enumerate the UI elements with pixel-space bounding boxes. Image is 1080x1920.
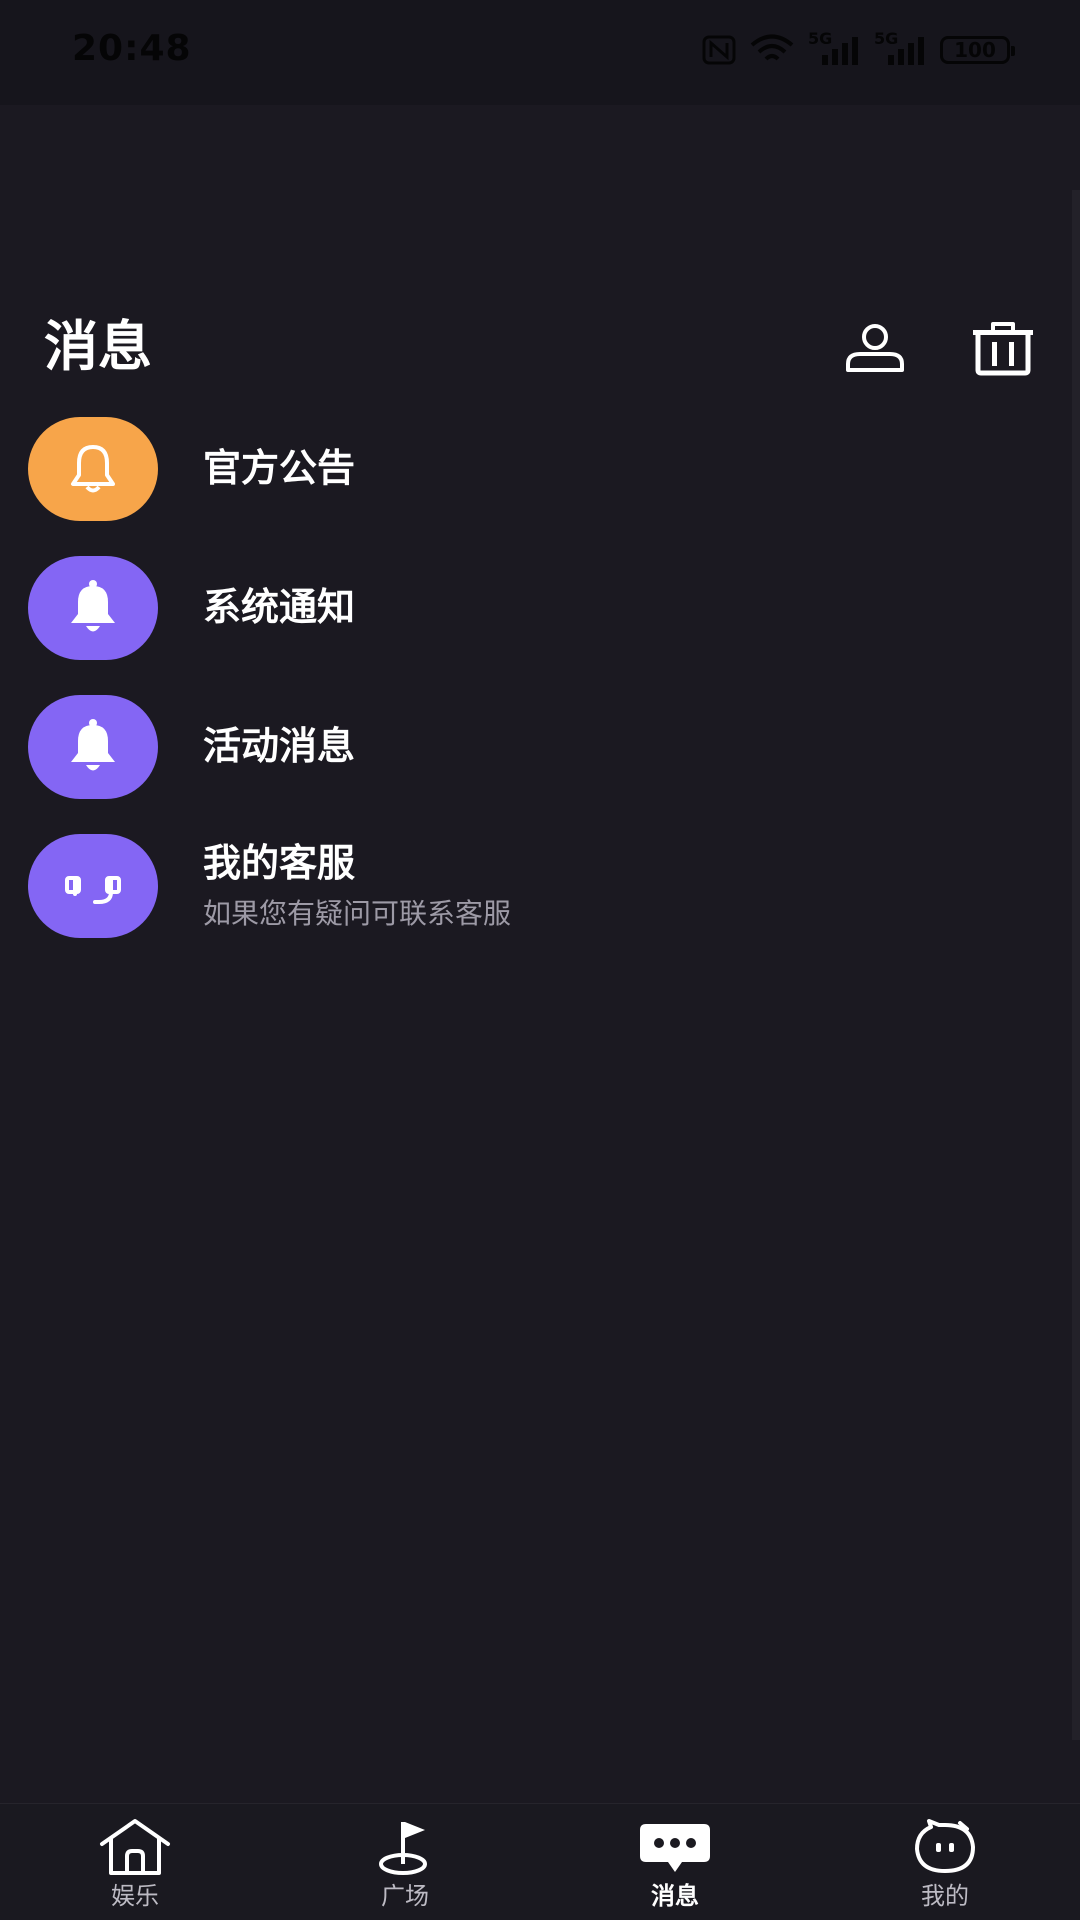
- message-item-subtitle: 如果您有疑问可联系客服: [203, 897, 512, 930]
- nav-label: 消息: [651, 1882, 699, 1910]
- cellular-signal-icon: 5G: [808, 29, 860, 65]
- wifi-icon: [750, 34, 794, 66]
- message-item-activity[interactable]: 活动消息: [0, 693, 1080, 832]
- message-item-customer-service[interactable]: 我的客服 如果您有疑问可联系客服: [0, 832, 1080, 971]
- status-time: 20:48: [72, 28, 192, 69]
- nav-label: 娱乐: [111, 1882, 159, 1910]
- nav-label: 广场: [381, 1882, 429, 1910]
- trash-icon: [973, 322, 1033, 376]
- announcement-avatar: [28, 417, 158, 521]
- nav-label: 我的: [921, 1882, 969, 1910]
- chat-bubble-icon: [638, 1816, 712, 1878]
- nav-item-profile[interactable]: 我的: [810, 1804, 1080, 1920]
- nav-item-plaza[interactable]: 广场: [270, 1804, 540, 1920]
- status-bar: 20:48 5G 5G 100: [0, 0, 1080, 105]
- customer-service-avatar: [28, 834, 158, 938]
- bottom-nav: 娱乐 广场 消息 我的: [0, 1803, 1080, 1920]
- system-notice-avatar: [28, 556, 158, 660]
- headset-icon: [65, 876, 121, 904]
- message-item-title: 我的客服: [203, 841, 356, 885]
- contacts-button[interactable]: [840, 318, 910, 378]
- bell-filled-icon: [71, 580, 115, 632]
- bell-filled-icon: [71, 719, 115, 771]
- message-item-title: 系统通知: [203, 585, 356, 629]
- bell-outline-icon: [71, 445, 115, 493]
- message-item-title: 官方公告: [203, 446, 356, 490]
- message-list: 官方公告 系统通知 活动消息 我的客服 如果您有疑问可联系客服: [0, 415, 1080, 971]
- face-bubble-icon: [913, 1816, 977, 1878]
- clear-messages-button[interactable]: [968, 318, 1038, 378]
- message-item-system-notice[interactable]: 系统通知: [0, 554, 1080, 693]
- message-item-title: 活动消息: [203, 724, 356, 768]
- person-icon: [846, 324, 904, 372]
- network-type-label: 5G: [808, 29, 833, 48]
- cellular-signal-icon-2: 5G: [874, 29, 926, 65]
- messages-screen: 20:48 5G 5G 100 消息 官方公告 系统通知 活动消息 我的客服 如…: [0, 0, 1080, 1920]
- golf-flag-icon: [375, 1816, 435, 1878]
- battery-level: 100: [954, 38, 996, 62]
- nfc-icon: [702, 35, 736, 65]
- activity-avatar: [28, 695, 158, 799]
- battery-icon: 100: [940, 36, 1015, 64]
- message-item-announcement[interactable]: 官方公告: [0, 415, 1080, 554]
- page-title: 消息: [44, 315, 152, 378]
- nav-item-messages[interactable]: 消息: [540, 1804, 810, 1920]
- nav-item-entertainment[interactable]: 娱乐: [0, 1804, 270, 1920]
- home-icon: [98, 1816, 172, 1878]
- status-icons: 5G 5G 100: [702, 29, 1015, 66]
- network-type-label-2: 5G: [874, 29, 899, 48]
